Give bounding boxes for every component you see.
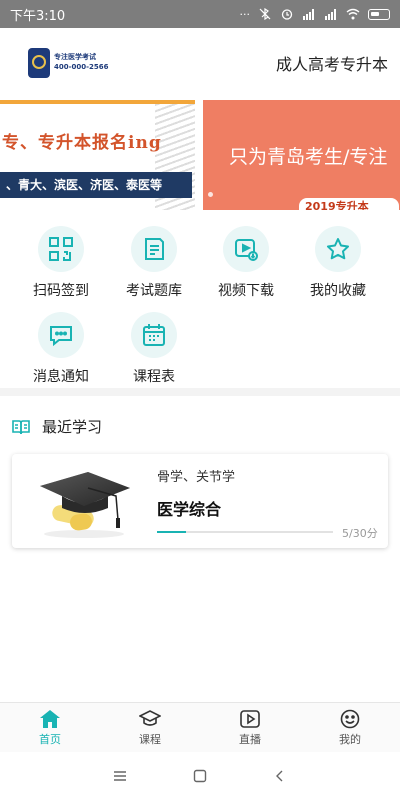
nav-home[interactable]: 首页 — [0, 703, 100, 752]
menu-notifications[interactable]: 消息通知 — [21, 312, 101, 392]
nav-label: 直播 — [239, 732, 261, 746]
calendar-icon — [131, 312, 177, 358]
bluetooth-off-icon — [259, 8, 271, 20]
banner-carousel[interactable]: 专、专升本报名ing 、青大、滨医、济医、泰医等 只为青岛考生/专注 2019专… — [0, 100, 400, 210]
logo-text: 专注医学考试 400-000-2566 — [54, 53, 109, 73]
menu-video-download[interactable]: 视频下载 — [206, 226, 286, 306]
menu-label: 消息通知 — [33, 369, 89, 385]
battery-icon — [368, 8, 390, 20]
recent-course-card[interactable]: 骨学、关节学 医学综合 5/30分 — [12, 454, 388, 548]
menu-favorites[interactable]: 我的收藏 — [298, 226, 378, 306]
app-header: 专注医学考试 400-000-2566 成人高考专升本 — [0, 28, 400, 98]
qr-scan-icon — [38, 226, 84, 272]
course-progress-fill — [157, 531, 187, 533]
menu-label: 课程表 — [133, 369, 175, 385]
header-title[interactable]: 成人高考专升本 — [276, 51, 388, 75]
play-icon — [240, 709, 260, 728]
nav-label: 我的 — [339, 732, 361, 746]
banner-slide-right[interactable]: 只为青岛考生/专注 2019专升本 — [203, 100, 400, 210]
nav-courses[interactable]: 课程 — [100, 703, 200, 752]
book-icon — [12, 419, 30, 434]
recent-title: 最近学习 — [42, 418, 103, 436]
course-subtitle: 骨学、关节学 — [157, 470, 236, 485]
section-divider — [0, 388, 400, 396]
smile-icon — [340, 709, 360, 728]
star-icon — [315, 226, 361, 272]
banner-left-schools: 、青大、滨医、济医、泰医等 — [0, 172, 192, 198]
menu-label: 考试题库 — [126, 283, 182, 299]
menu-icon[interactable] — [113, 770, 127, 782]
course-progress-bar — [157, 531, 333, 533]
logo-emblem-icon — [28, 48, 50, 78]
brand-logo[interactable]: 专注医学考试 400-000-2566 — [28, 48, 109, 78]
graduation-cap-icon — [139, 709, 161, 726]
message-icon — [38, 312, 84, 358]
banner-left-headline: 专、专升本报名ing — [2, 133, 162, 153]
status-time: 下午3:10 — [10, 8, 66, 24]
menu-exam-bank[interactable]: 考试题库 — [114, 226, 194, 306]
signal-icon — [325, 9, 336, 20]
alarm-icon — [281, 9, 293, 20]
bottom-nav: 首页 课程 直播 我的 — [0, 702, 400, 752]
recent-header: 最近学习 — [12, 416, 102, 437]
back-icon[interactable] — [273, 769, 287, 783]
menu-schedule[interactable]: 课程表 — [114, 312, 194, 392]
system-nav-bar — [0, 752, 400, 800]
wifi-icon — [346, 8, 360, 20]
more-icon: ··· — [239, 7, 251, 21]
graduation-cap-diploma-icon — [40, 472, 130, 538]
banner-slide-left[interactable]: 专、专升本报名ing 、青大、滨医、济医、泰医等 — [0, 100, 195, 210]
nav-profile[interactable]: 我的 — [300, 703, 400, 752]
course-progress-count: 5/30分 — [342, 527, 378, 540]
course-title: 医学综合 — [157, 500, 222, 519]
status-bar: 下午3:10 ··· — [0, 0, 400, 28]
status-icons: ··· — [239, 7, 390, 21]
menu-label: 我的收藏 — [310, 283, 366, 299]
exam-paper-icon — [131, 226, 177, 272]
video-download-icon — [223, 226, 269, 272]
menu-scan-checkin[interactable]: 扫码签到 — [21, 226, 101, 306]
banner-right-sub: 2019专升本 — [299, 198, 399, 210]
banner-indicator-dot — [208, 192, 213, 197]
logo-line1: 专注医学考试 — [54, 53, 96, 62]
home-square-icon[interactable] — [193, 769, 207, 783]
menu-label: 扫码签到 — [33, 283, 89, 299]
nav-live[interactable]: 直播 — [200, 703, 300, 752]
banner-right-headline: 只为青岛考生/专注 — [229, 146, 388, 168]
signal-hd-icon — [303, 9, 314, 20]
nav-label: 首页 — [39, 732, 61, 746]
nav-label: 课程 — [139, 732, 161, 746]
logo-line2: 400-000-2566 — [54, 63, 109, 71]
menu-label: 视频下载 — [218, 283, 274, 299]
home-icon — [40, 709, 60, 728]
